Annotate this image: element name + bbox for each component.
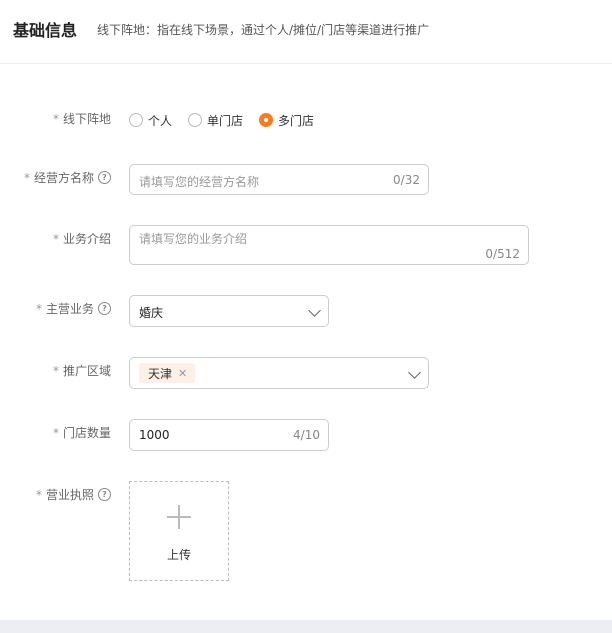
footer-divider [0, 620, 612, 633]
required-mark: * [35, 301, 42, 316]
char-counter: 0/512 [485, 247, 520, 261]
section-title: 基础信息 [13, 21, 78, 40]
close-icon[interactable]: ✕ [178, 367, 187, 380]
main-business-select[interactable]: 婚庆 [129, 295, 329, 327]
required-mark: * [52, 363, 59, 378]
field-label: * 主营业务 ? [36, 300, 111, 317]
field-label: * 业务介绍 [52, 231, 111, 247]
promo-region-multiselect[interactable]: 天津 ✕ [129, 357, 429, 389]
question-help-icon[interactable]: ? [98, 488, 111, 501]
chevron-down-icon[interactable] [408, 366, 421, 379]
chevron-down-icon[interactable] [308, 304, 321, 317]
plus-icon [178, 505, 180, 529]
char-counter: 0/32 [393, 173, 420, 187]
section-description: 线下阵地：指在线下场景，通过个人/摊位/门店等渠道进行推广 [97, 23, 430, 37]
char-counter: 4/10 [293, 428, 320, 442]
radio-option-multi-store[interactable]: 多门店 [259, 112, 314, 129]
section-header: 基础信息 线下阵地：指在线下场景，通过个人/摊位/门店等渠道进行推广 [0, 0, 612, 64]
required-mark: * [52, 231, 59, 246]
field-label: * 经营方名称 ? [24, 169, 111, 186]
offline-position-radio-group: 个人 单门店 多门店 [129, 110, 330, 130]
field-label: * 门店数量 [52, 425, 111, 441]
license-upload-button[interactable]: 上传 [129, 481, 229, 581]
required-mark: * [52, 425, 59, 440]
question-help-icon[interactable]: ? [98, 302, 111, 315]
field-label: * 推广区域 [52, 363, 111, 379]
region-tag: 天津 ✕ [139, 363, 196, 383]
required-mark: * [23, 170, 30, 185]
radio-option-individual[interactable]: 个人 [129, 112, 172, 129]
radio-unchecked-icon[interactable] [188, 113, 203, 127]
field-label: * 营业执照 ? [36, 486, 111, 503]
radio-option-single-store[interactable]: 单门店 [188, 112, 243, 129]
store-count-input[interactable]: 1000 4/10 [129, 419, 329, 451]
radio-checked-icon[interactable] [259, 113, 274, 127]
question-help-icon[interactable]: ? [98, 171, 111, 184]
required-mark: * [52, 111, 59, 126]
radio-unchecked-icon[interactable] [129, 113, 143, 127]
operator-name-input[interactable]: 请填写您的经营方名称 0/32 [129, 164, 429, 195]
field-label: * 线下阵地 [52, 111, 111, 127]
required-mark: * [35, 487, 42, 502]
business-intro-textarea[interactable]: 请填写您的业务介绍 0/512 [129, 225, 529, 265]
upload-label: 上传 [166, 548, 191, 562]
